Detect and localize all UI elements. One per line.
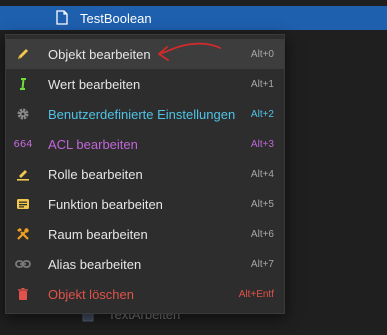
menu-item-label: ACL bearbeiten — [48, 136, 138, 152]
menu-item-edit-role[interactable]: Rolle bearbeiten Alt+4 — [6, 159, 284, 189]
tree-row-label: TestBoolean — [80, 11, 152, 26]
value-cursor-icon — [14, 75, 32, 93]
menu-item-label: Objekt löschen — [48, 286, 134, 302]
document-icon — [56, 10, 68, 25]
role-pencil-icon — [14, 165, 32, 183]
menu-item-edit-acl[interactable]: 664 ACL bearbeiten Alt+3 — [6, 129, 284, 159]
menu-item-shortcut: Alt+6 — [250, 228, 274, 240]
menu-item-label: Wert bearbeiten — [48, 76, 141, 92]
menu-item-label: Rolle bearbeiten — [48, 166, 143, 182]
menu-item-edit-object[interactable]: Objekt bearbeiten Alt+0 — [6, 39, 284, 69]
menu-item-label: Funktion bearbeiten — [48, 196, 163, 212]
menu-item-shortcut: Alt+4 — [250, 168, 274, 180]
menu-item-shortcut: Alt+Entf — [238, 288, 274, 300]
menu-item-edit-alias[interactable]: Alias bearbeiten Alt+7 — [6, 249, 284, 279]
menu-item-shortcut: Alt+0 — [250, 48, 274, 60]
menu-item-shortcut: Alt+5 — [250, 198, 274, 210]
menu-item-shortcut: Alt+7 — [250, 258, 274, 270]
acl-664-icon: 664 — [13, 138, 33, 150]
menu-item-label: Objekt bearbeiten — [48, 46, 151, 62]
menu-item-edit-function[interactable]: Funktion bearbeiten Alt+5 — [6, 189, 284, 219]
menu-item-label: Benutzerdefinierte Einstellungen — [48, 106, 236, 122]
function-list-icon — [14, 195, 32, 213]
trash-icon — [14, 285, 32, 303]
tools-icon — [14, 225, 32, 243]
menu-item-label: Raum bearbeiten — [48, 226, 148, 242]
menu-item-edit-value[interactable]: Wert bearbeiten Alt+1 — [6, 69, 284, 99]
page: TestBoolean TextArbeiten Objekt bearbeit… — [0, 0, 387, 335]
menu-item-edit-room[interactable]: Raum bearbeiten Alt+6 — [6, 219, 284, 249]
context-menu: Objekt bearbeiten Alt+0 Wert bearbeiten … — [5, 34, 285, 314]
menu-item-delete-object[interactable]: Objekt löschen Alt+Entf — [6, 279, 284, 309]
gear-icon — [14, 105, 32, 123]
menu-item-label: Alias bearbeiten — [48, 256, 142, 272]
tree-row-selected[interactable]: TestBoolean — [0, 6, 387, 30]
menu-item-shortcut: Alt+1 — [250, 78, 274, 90]
pencil-icon — [14, 45, 32, 63]
link-icon — [14, 255, 32, 273]
menu-item-shortcut: Alt+3 — [250, 138, 274, 150]
menu-item-shortcut: Alt+2 — [250, 108, 274, 120]
menu-item-custom-settings[interactable]: Benutzerdefinierte Einstellungen Alt+2 — [6, 99, 284, 129]
